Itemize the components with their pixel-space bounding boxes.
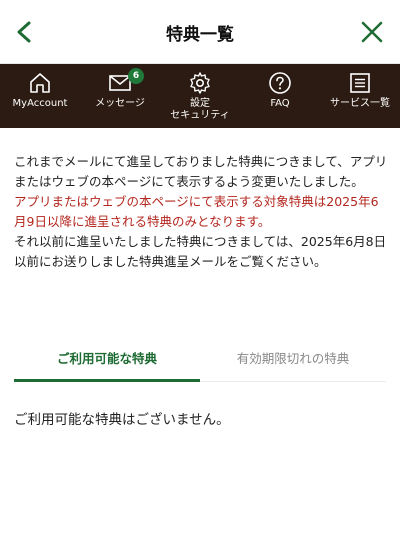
notice-line-highlight: アプリまたはウェブの本ページにて表示する対象特典は2025年6月9日以降に進呈さ… — [14, 194, 379, 229]
notice-text: これまでメールにて進呈しておりました特典につきまして、アプリまたはウェブの本ペー… — [14, 152, 388, 272]
list-icon — [348, 71, 372, 95]
top-navigation: MyAccount 6 メッセージ 設定 セキュリティ FAQ サービス一覧 — [0, 64, 400, 128]
notice-line: これまでメールにて進呈しておりました特典につきまして、アプリまたはウェブの本ペー… — [14, 154, 388, 189]
nav-item-services[interactable]: サービス一覧 — [320, 64, 400, 128]
empty-state-message: ご利用可能な特典はございません。 — [14, 412, 230, 428]
nav-item-label: サービス一覧 — [330, 98, 390, 109]
nav-item-label: MyAccount — [12, 98, 68, 109]
message-count-badge: 6 — [128, 68, 144, 84]
home-icon — [28, 71, 52, 95]
tab-available-benefits[interactable]: ご利用可能な特典 — [14, 344, 200, 382]
gear-icon — [188, 71, 212, 95]
question-icon — [268, 71, 292, 95]
benefit-tabs: ご利用可能な特典 有効期限切れの特典 — [14, 344, 386, 382]
header: 特典一覧 — [0, 0, 400, 64]
nav-item-myaccount[interactable]: MyAccount — [0, 64, 80, 128]
nav-item-label: FAQ — [270, 98, 290, 109]
page-title: 特典一覧 — [166, 25, 234, 45]
tab-expired-benefits[interactable]: 有効期限切れの特典 — [200, 344, 386, 381]
nav-item-settings-security[interactable]: 設定 セキュリティ — [160, 64, 240, 128]
notice-line: それ以前に進呈いたしました特典につきましては、2025年6月8日以前にお送りしま… — [14, 234, 387, 269]
nav-item-messages[interactable]: 6 メッセージ — [80, 64, 160, 128]
nav-item-label: 設定 セキュリティ — [170, 98, 230, 121]
close-icon — [361, 21, 383, 43]
nav-item-label: メッセージ — [95, 98, 145, 109]
nav-item-faq[interactable]: FAQ — [240, 64, 320, 128]
close-button[interactable] — [354, 14, 390, 50]
